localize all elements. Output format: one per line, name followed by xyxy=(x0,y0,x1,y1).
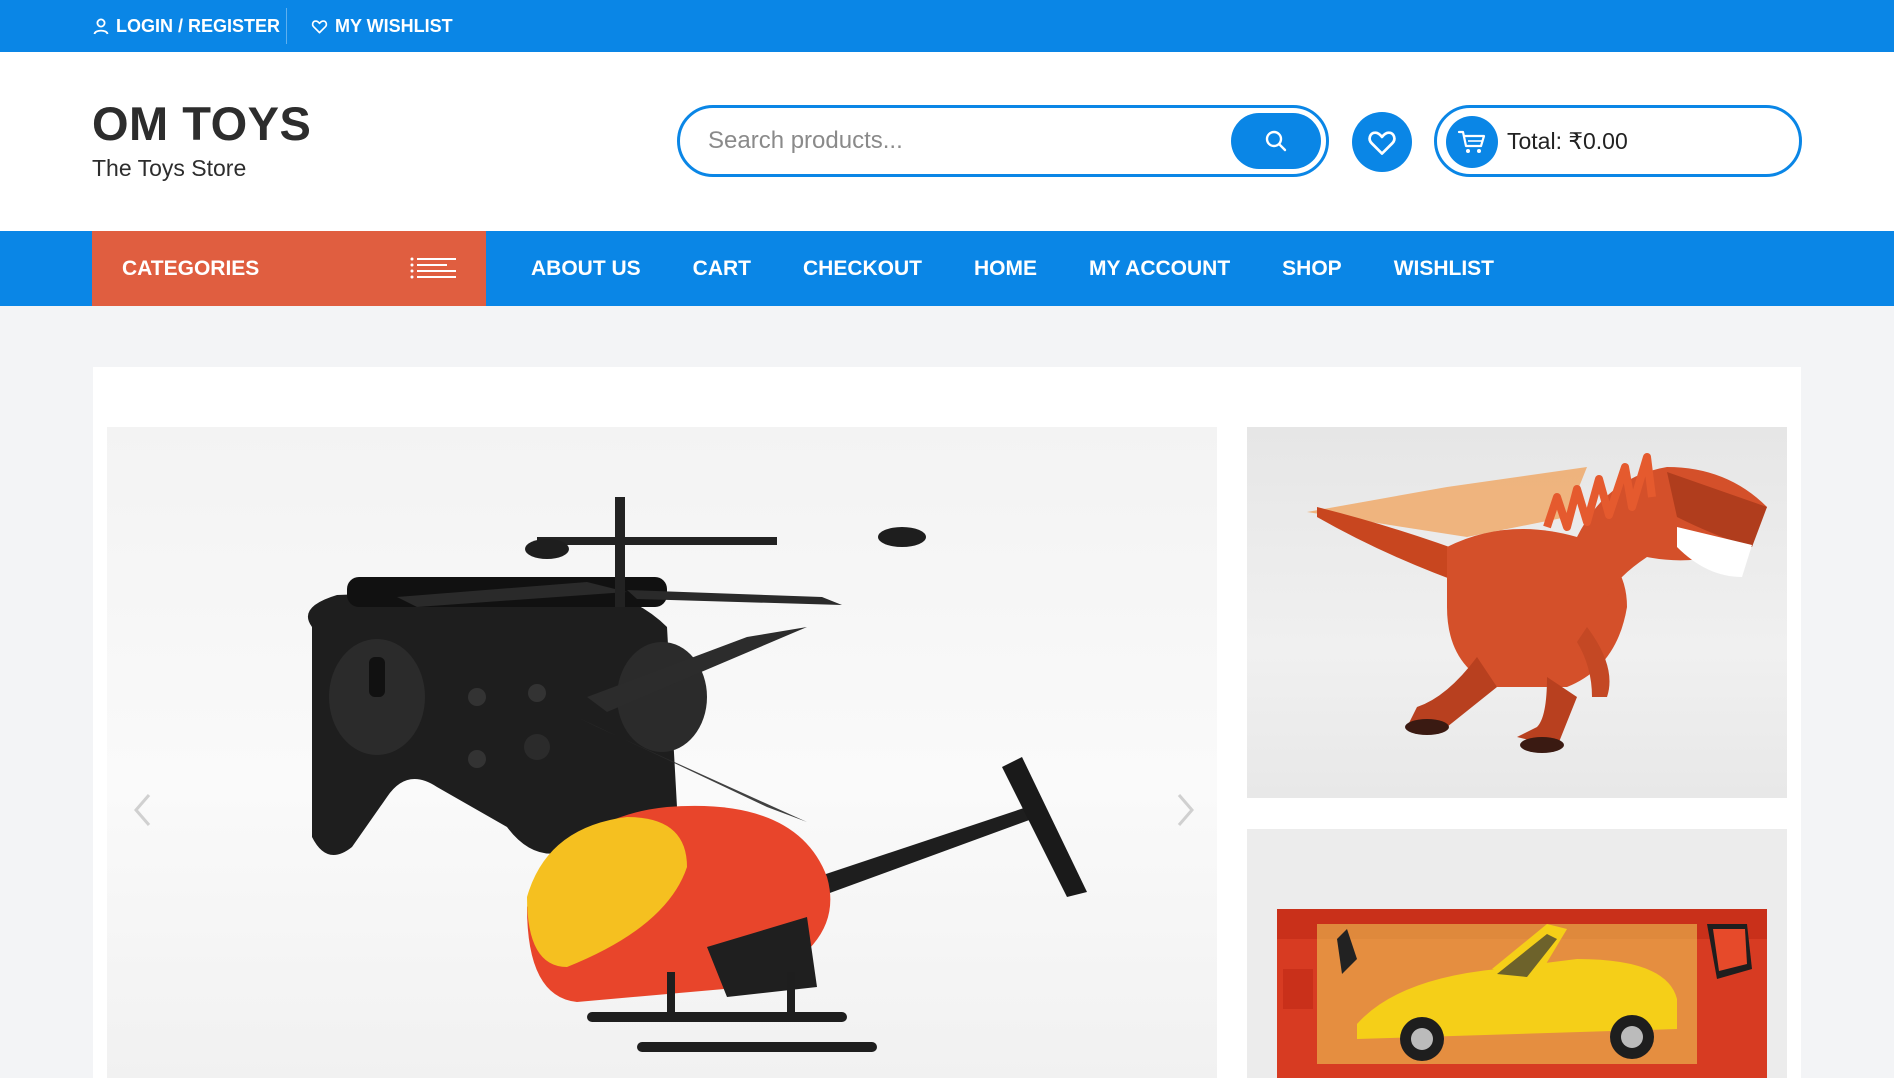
chevron-right-icon xyxy=(1177,794,1194,826)
search-input[interactable] xyxy=(708,118,1188,164)
slider-next-arrow[interactable] xyxy=(1175,792,1195,837)
rc-helicopter-image xyxy=(307,497,1087,1052)
site-tagline: The Toys Store xyxy=(92,155,247,181)
featured-rc-car-image[interactable] xyxy=(1247,829,1787,1078)
site-header: OM TOYS The Toys Store Total: ₹0.00 xyxy=(0,52,1894,231)
hero-slider[interactable] xyxy=(107,427,1217,1078)
user-icon xyxy=(93,18,109,34)
nav-link-my-account[interactable]: MY ACCOUNT xyxy=(1089,257,1230,281)
site-title[interactable]: OM TOYS xyxy=(92,96,311,151)
search-form xyxy=(677,105,1329,177)
featured-dinosaur-image[interactable] xyxy=(1247,427,1787,798)
menu-lines-icon xyxy=(410,257,456,279)
top-bar: LOGIN / REGISTER MY WISHLIST xyxy=(0,0,1894,52)
login-register-label: LOGIN / REGISTER xyxy=(116,15,281,36)
header-cart-button[interactable]: Total: ₹0.00 xyxy=(1434,105,1802,177)
categories-label: CATEGORIES xyxy=(122,256,260,280)
chevron-left-icon xyxy=(134,794,151,826)
cart-total: Total: ₹0.00 xyxy=(1507,127,1628,154)
nav-link-checkout[interactable]: CHECKOUT xyxy=(803,257,922,281)
nav-link-about-us[interactable]: ABOUT US xyxy=(531,257,641,281)
my-wishlist-link[interactable]: MY WISHLIST xyxy=(311,0,453,52)
cart-icon-badge xyxy=(1446,116,1498,168)
rc-car-box-image xyxy=(1277,909,1767,1078)
nav-link-cart[interactable]: CART xyxy=(693,257,751,281)
search-button[interactable] xyxy=(1231,113,1321,169)
my-wishlist-label: MY WISHLIST xyxy=(335,15,453,36)
nav-link-shop[interactable]: SHOP xyxy=(1282,257,1342,281)
main-nav: CATEGORIES ABOUT US CART CHECKOUT HOME M… xyxy=(0,231,1894,306)
heart-outline-icon xyxy=(311,19,328,33)
topbar-divider xyxy=(286,8,287,44)
cart-icon xyxy=(1457,130,1486,153)
login-register-link[interactable]: LOGIN / REGISTER xyxy=(93,0,280,52)
header-wishlist-button[interactable] xyxy=(1352,112,1412,172)
slider-prev-arrow[interactable] xyxy=(133,792,153,837)
dinosaur-toy-image xyxy=(1307,453,1767,753)
nav-link-wishlist[interactable]: WISHLIST xyxy=(1394,257,1494,281)
nav-link-home[interactable]: HOME xyxy=(974,257,1037,281)
categories-toggle[interactable]: CATEGORIES xyxy=(92,231,486,306)
search-icon xyxy=(1265,130,1287,152)
heart-icon xyxy=(1368,130,1396,155)
nav-links: ABOUT US CART CHECKOUT HOME MY ACCOUNT S… xyxy=(531,231,1546,306)
